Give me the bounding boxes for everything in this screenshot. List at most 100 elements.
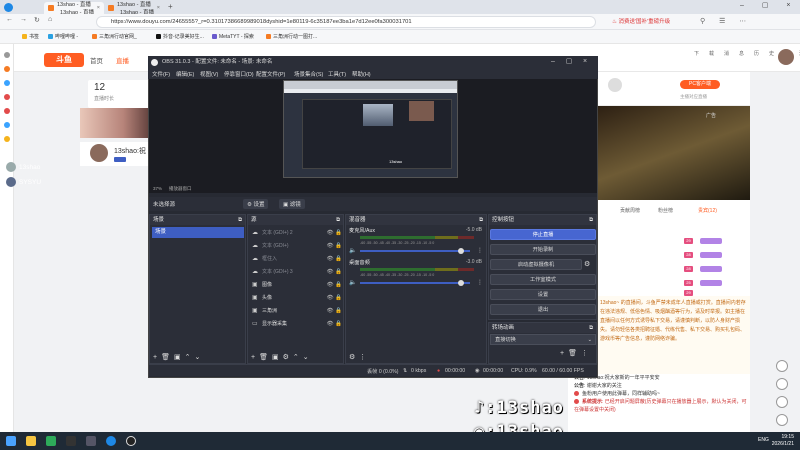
dock-icon[interactable]: ⧉ bbox=[238, 215, 242, 225]
url-input[interactable]: https://www.douyu.com/2465555?_r=0.31017… bbox=[96, 16, 596, 28]
exit-button[interactable]: 退出 bbox=[490, 304, 596, 315]
menu-docks[interactable]: 停靠窗口(D) bbox=[224, 70, 254, 78]
app-icon[interactable] bbox=[66, 436, 76, 446]
visibility-lock-icons[interactable]: 👁 🔒 bbox=[327, 293, 342, 304]
app-icon[interactable] bbox=[46, 436, 56, 446]
minimize-icon[interactable]: – bbox=[546, 56, 560, 68]
pc-client-button[interactable]: PC客户端 bbox=[680, 80, 720, 89]
zoom-level[interactable]: 37% bbox=[153, 186, 162, 191]
menu-tools[interactable]: 工具(T) bbox=[328, 70, 346, 78]
source-item[interactable]: ☁ 文本 (GDI+) 👁 🔒 bbox=[252, 241, 344, 252]
heart-icon[interactable] bbox=[4, 66, 10, 72]
gear-icon[interactable]: ⚙ bbox=[283, 353, 289, 361]
visibility-lock-icons[interactable]: 👁 🔒 bbox=[327, 228, 342, 239]
visibility-lock-icons[interactable]: 👁 🔒 bbox=[327, 254, 342, 265]
browser-tab-1[interactable]: 13shao - 直播_13shao - 直播 × bbox=[44, 2, 104, 16]
chat-icon[interactable] bbox=[776, 360, 788, 372]
source-item[interactable]: ▣ 头像 👁 🔒 bbox=[252, 293, 344, 304]
list-icon[interactable] bbox=[4, 52, 10, 58]
volume-slider[interactable] bbox=[360, 250, 470, 252]
menu-edit[interactable]: 编辑(E) bbox=[176, 70, 194, 78]
down-icon[interactable]: ⌄ bbox=[303, 353, 309, 361]
user-item[interactable]: 13shao bbox=[6, 162, 40, 172]
new-tab-icon[interactable]: + bbox=[168, 2, 173, 11]
nav-home[interactable]: 首页 bbox=[90, 55, 103, 65]
source-item[interactable]: ▣ 三角洲 👁 🔒 bbox=[252, 306, 344, 317]
ad-banner[interactable]: 广告 bbox=[598, 106, 750, 200]
nav-live[interactable]: 直播 bbox=[116, 55, 129, 65]
speaker-icon[interactable]: 🔈 bbox=[349, 247, 356, 254]
taskbar-clock[interactable]: 19:15 2026/1/21 bbox=[772, 434, 794, 448]
bookmark-item[interactable]: MetaTYT - 探索 bbox=[212, 33, 254, 40]
trash-icon[interactable]: 🗑 bbox=[161, 353, 170, 361]
messages-link[interactable]: 消息 bbox=[724, 51, 754, 57]
app-icon[interactable] bbox=[86, 436, 96, 446]
speaker-icon[interactable]: 🔈 bbox=[349, 279, 356, 286]
more-icon[interactable]: ⋮ bbox=[581, 350, 592, 357]
menu-help[interactable]: 帮助(H) bbox=[352, 70, 371, 78]
trash-icon[interactable]: 🗑 bbox=[259, 353, 268, 361]
menu-profile[interactable]: 配置文件(P) bbox=[256, 70, 285, 78]
browser-logo-icon[interactable] bbox=[4, 3, 13, 12]
add-icon[interactable]: + bbox=[251, 354, 255, 361]
stop-streaming-button[interactable]: 停止直播 bbox=[490, 229, 596, 240]
bookmark-item[interactable]: 书签 bbox=[22, 33, 39, 40]
extension-icons[interactable]: ⚲ ☰ ⋯ bbox=[700, 17, 752, 25]
more-icon[interactable]: ⋮ bbox=[477, 247, 483, 254]
properties-button[interactable]: ⚙ 设置 bbox=[243, 199, 269, 209]
source-item[interactable]: ☁ 框住入 👁 🔒 bbox=[252, 254, 344, 265]
settings-button[interactable]: 设置 bbox=[490, 289, 596, 300]
source-item[interactable]: ▭ 显示器采集 👁 🔒 bbox=[252, 319, 344, 330]
close-icon[interactable]: × bbox=[578, 56, 592, 68]
shield-icon[interactable] bbox=[4, 80, 10, 86]
tab-weekly[interactable]: 贡献周榜 bbox=[620, 207, 640, 214]
star-icon[interactable] bbox=[4, 108, 10, 114]
fire-icon[interactable] bbox=[4, 94, 10, 100]
source-item[interactable]: ☁ 文本 (GDI+) 2 👁 🔒 bbox=[252, 228, 344, 239]
back-icon[interactable]: ← bbox=[6, 16, 13, 23]
scene-item[interactable]: 场景 bbox=[152, 227, 244, 238]
gift-icon[interactable] bbox=[4, 136, 10, 142]
menu-file[interactable]: 文件(F) bbox=[152, 70, 170, 78]
tab-vip[interactable]: 贵宾(12) bbox=[698, 207, 717, 214]
promo-link[interactable]: ♨ 消费送'国补'重磅升级 bbox=[612, 17, 670, 25]
anchor-avatar[interactable] bbox=[90, 144, 108, 162]
obs-preview-canvas[interactable]: 13shao bbox=[283, 80, 458, 178]
douyu-logo[interactable]: 斗鱼 bbox=[44, 53, 84, 67]
add-icon[interactable]: + bbox=[560, 350, 568, 357]
more-icon[interactable]: ⋮ bbox=[477, 279, 483, 286]
tab-fans[interactable]: 粉丝榜 bbox=[658, 207, 673, 214]
bookmark-item[interactable]: 三角洲行动官网_ bbox=[92, 33, 137, 40]
home-icon[interactable]: ⌂ bbox=[48, 16, 52, 23]
obs-icon[interactable] bbox=[126, 436, 136, 446]
dock-icon[interactable]: ⧉ bbox=[479, 215, 483, 225]
visibility-lock-icons[interactable]: 👁 🔒 bbox=[327, 280, 342, 291]
target-icon[interactable] bbox=[776, 378, 788, 390]
volume-slider-handle[interactable] bbox=[458, 248, 464, 254]
browser-icon[interactable] bbox=[106, 436, 116, 446]
filter-icon[interactable]: ▣ bbox=[174, 353, 181, 361]
forward-icon[interactable]: → bbox=[20, 16, 27, 23]
start-icon[interactable] bbox=[6, 436, 16, 446]
visibility-lock-icons[interactable]: 👁 🔒 bbox=[327, 306, 342, 317]
user-avatar[interactable] bbox=[778, 49, 794, 65]
start-virtual-camera-button[interactable]: 启动虚拟摄像机 bbox=[490, 259, 582, 270]
dock-icon[interactable]: ⧉ bbox=[589, 215, 593, 225]
volume-slider-handle[interactable] bbox=[458, 280, 464, 286]
bookmark-item[interactable]: 三角洲行动一图打... bbox=[266, 33, 317, 40]
trash-icon[interactable]: 🗑 bbox=[568, 350, 581, 357]
bookmark-item[interactable]: 哔哩哔哩 - bbox=[48, 33, 78, 40]
gear-icon[interactable]: ⚙ bbox=[584, 260, 590, 268]
more-icon[interactable]: ⋮ bbox=[359, 353, 366, 361]
filter-icon[interactable]: ▣ bbox=[272, 353, 279, 361]
visibility-lock-icons[interactable]: 👁 🔒 bbox=[327, 241, 342, 252]
close-icon[interactable]: × bbox=[157, 5, 160, 11]
studio-mode-button[interactable]: 工作室模式 bbox=[490, 274, 596, 285]
menu-view[interactable]: 视图(V) bbox=[200, 70, 218, 78]
gear-icon[interactable] bbox=[776, 396, 788, 408]
reload-icon[interactable]: ↻ bbox=[34, 16, 40, 24]
user-item[interactable]: SYSYU bbox=[6, 177, 41, 187]
up-icon[interactable]: ⌃ bbox=[185, 353, 191, 361]
dock-icon[interactable]: ⧉ bbox=[336, 215, 340, 225]
add-icon[interactable]: + bbox=[153, 354, 157, 361]
